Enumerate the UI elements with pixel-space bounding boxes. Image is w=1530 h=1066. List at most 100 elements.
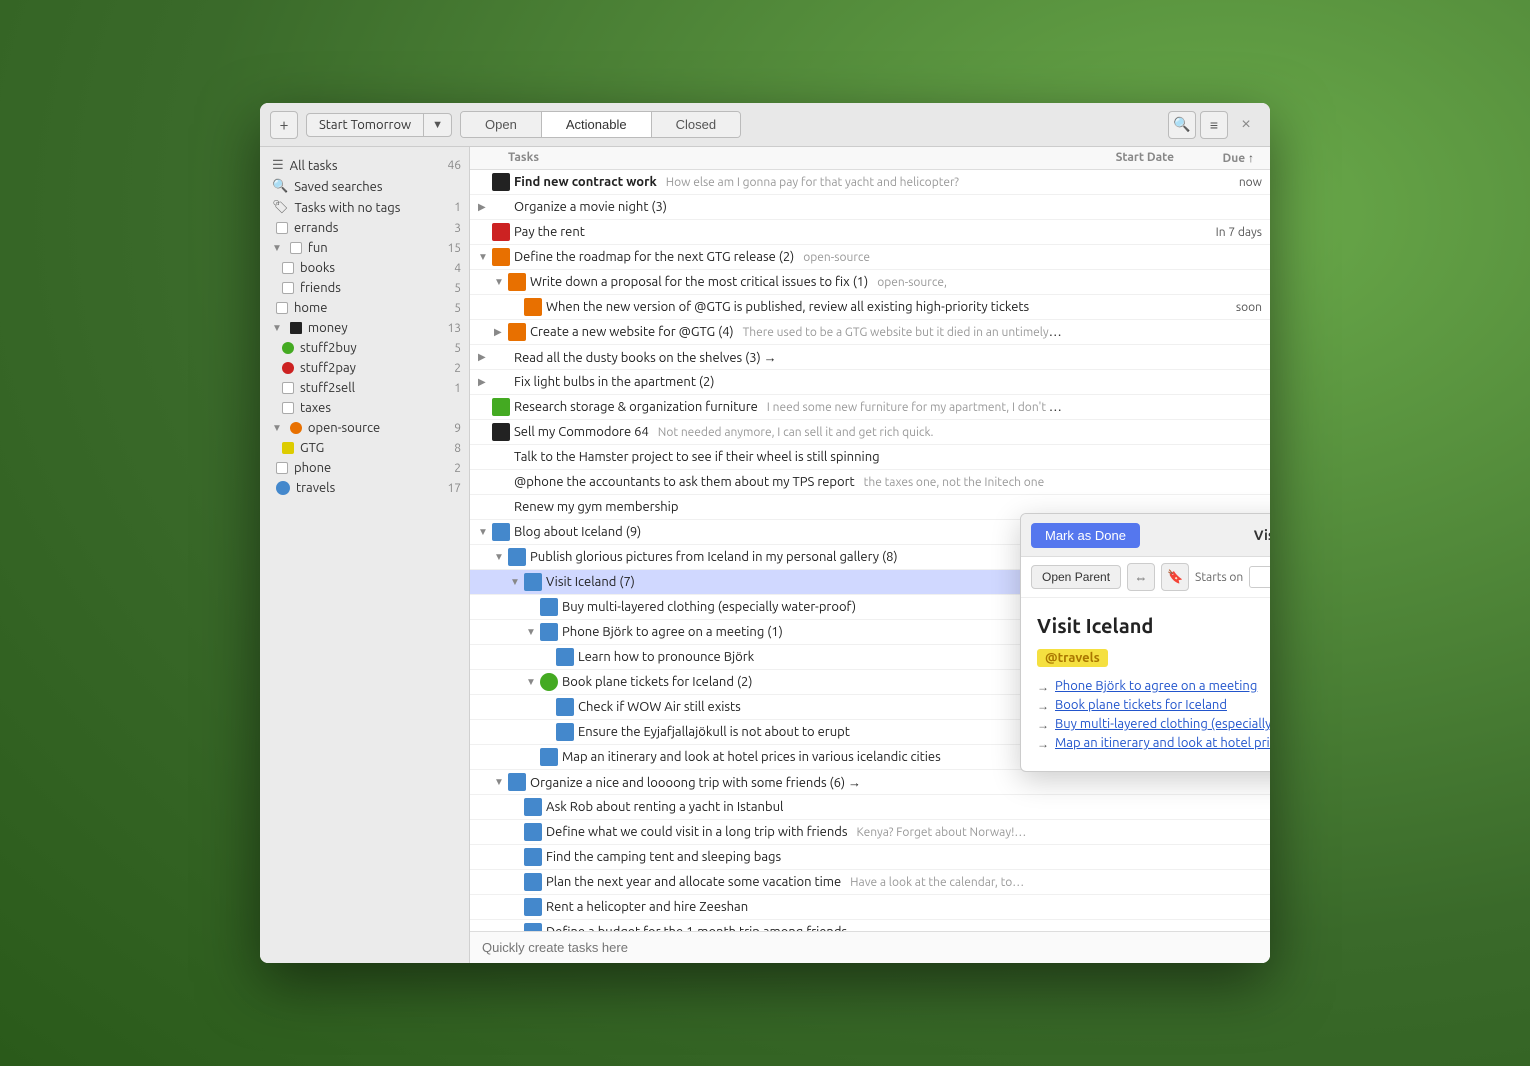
- expand-icon[interactable]: ▼: [526, 676, 540, 688]
- expand-icon[interactable]: ▼: [526, 626, 540, 638]
- table-row[interactable]: Rent a helicopter and hire Zeeshan: [470, 895, 1270, 920]
- expand-icon[interactable]: ▼: [478, 526, 492, 538]
- starts-on-input[interactable]: [1249, 566, 1270, 588]
- list-item[interactable]: → Book plane tickets for Iceland: [1037, 698, 1270, 713]
- task-status-icon: [492, 498, 510, 516]
- subtask-link[interactable]: Map an itinerary and look at hotel price…: [1055, 736, 1270, 750]
- expand-icon[interactable]: ▼: [494, 276, 508, 288]
- sidebar-item-taxes[interactable]: taxes: [260, 398, 469, 418]
- tag-color-books: [282, 262, 294, 274]
- task-status-icon: [492, 173, 510, 191]
- expand-icon[interactable]: ▼: [494, 776, 508, 788]
- table-row[interactable]: Talk to the Hamster project to see if th…: [470, 445, 1270, 470]
- money-collapse-arrow[interactable]: ▼: [272, 322, 282, 334]
- sidebar-item-gtg[interactable]: GTG 8: [260, 438, 469, 458]
- table-row[interactable]: Pay the rent In 7 days: [470, 220, 1270, 245]
- table-row[interactable]: ▼ Organize a nice and loooong trip with …: [470, 770, 1270, 795]
- detail-bookmark-icon[interactable]: 🔖: [1161, 563, 1189, 591]
- table-row[interactable]: ▶ Create a new website for @GTG (4) Ther…: [470, 320, 1270, 345]
- expand-icon[interactable]: ▼: [478, 251, 492, 263]
- subtask-link[interactable]: Phone Björk to agree on a meeting: [1055, 679, 1257, 693]
- tab-closed[interactable]: Closed: [652, 112, 740, 137]
- subtask-link[interactable]: Book plane tickets for Iceland: [1055, 698, 1227, 712]
- current-list-title: Start Tomorrow: [307, 114, 424, 136]
- table-row[interactable]: Sell my Commodore 64 Not needed anymore,…: [470, 420, 1270, 445]
- add-task-button[interactable]: +: [270, 111, 298, 139]
- list-item[interactable]: → Phone Björk to agree on a meeting: [1037, 679, 1270, 694]
- menu-button[interactable]: ≡: [1200, 111, 1228, 139]
- close-button[interactable]: ×: [1232, 111, 1260, 139]
- sidebar-item-all-tasks[interactable]: ☰ All tasks 46: [260, 155, 469, 176]
- sidebar-item-stuff2buy[interactable]: stuff2buy 5: [260, 338, 469, 358]
- tag-badge[interactable]: @travels: [1037, 649, 1108, 667]
- title-dropdown-arrow[interactable]: ▼: [424, 115, 451, 135]
- sidebar-item-books[interactable]: books 4: [260, 258, 469, 278]
- open-source-collapse-arrow[interactable]: ▼: [272, 422, 282, 434]
- table-row[interactable]: Define what we could visit in a long tri…: [470, 820, 1270, 845]
- task-status-icon: [524, 823, 542, 841]
- header-start-date[interactable]: Start Date: [1062, 151, 1182, 165]
- list-item[interactable]: → Buy multi-layered clothing (especially…: [1037, 717, 1270, 732]
- sidebar-item-stuff2pay[interactable]: stuff2pay 2: [260, 358, 469, 378]
- table-row[interactable]: Find the camping tent and sleeping bags: [470, 845, 1270, 870]
- expand-icon[interactable]: ▼: [510, 576, 524, 588]
- task-status-icon: [524, 898, 542, 916]
- fun-collapse-arrow[interactable]: ▼: [272, 242, 282, 254]
- sidebar-item-open-source[interactable]: ▼ open-source 9: [260, 418, 469, 438]
- table-row[interactable]: ▶ Fix light bulbs in the apartment (2): [470, 370, 1270, 395]
- task-status-icon: [492, 248, 510, 266]
- sidebar-item-travels[interactable]: travels 17: [260, 478, 469, 498]
- sidebar-item-friends[interactable]: friends 5: [260, 278, 469, 298]
- open-parent-button[interactable]: Open Parent: [1031, 565, 1121, 589]
- sidebar-item-stuff2sell[interactable]: stuff2sell 1: [260, 378, 469, 398]
- tag-color-friends: [282, 282, 294, 294]
- expand-icon[interactable]: ▶: [494, 326, 508, 338]
- subtask-link[interactable]: Buy multi-layered clothing (especially w…: [1055, 717, 1270, 731]
- table-row[interactable]: @phone the accountants to ask them about…: [470, 470, 1270, 495]
- tab-group: Open Actionable Closed: [460, 111, 741, 138]
- sidebar-item-no-tags[interactable]: 🏷 Tasks with no tags 1: [260, 197, 469, 218]
- tab-open[interactable]: Open: [461, 112, 542, 137]
- task-status-icon: [524, 848, 542, 866]
- search-button[interactable]: 🔍: [1168, 111, 1196, 139]
- mark-as-done-button[interactable]: Mark as Done: [1031, 523, 1140, 548]
- table-row[interactable]: Plan the next year and allocate some vac…: [470, 870, 1270, 895]
- detail-settings-icon[interactable]: ⇔: [1127, 563, 1155, 591]
- tag-color-stuff2pay: [282, 362, 294, 374]
- table-row[interactable]: Ask Rob about renting a yacht in Istanbu…: [470, 795, 1270, 820]
- table-row[interactable]: Research storage & organization furnitur…: [470, 395, 1270, 420]
- tab-actionable[interactable]: Actionable: [542, 112, 652, 137]
- task-status-icon: [524, 298, 542, 316]
- expand-icon[interactable]: ▶: [478, 201, 492, 213]
- expand-icon[interactable]: ▶: [478, 376, 492, 388]
- task-status-icon: [524, 873, 542, 891]
- table-row[interactable]: Define a budget for the 1-month trip amo…: [470, 920, 1270, 931]
- quick-create-input[interactable]: [482, 940, 1258, 955]
- sidebar-item-fun[interactable]: ▼ fun 15: [260, 238, 469, 258]
- expand-icon[interactable]: ▶: [478, 351, 492, 363]
- sidebar-item-money[interactable]: ▼ money 13: [260, 318, 469, 338]
- detail-panel: Mark as Done Visit Iceland ⋮ × Open Pare…: [1020, 513, 1270, 772]
- subtask-arrow-icon: →: [1037, 699, 1049, 713]
- tag-color-stuff2sell: [282, 382, 294, 394]
- table-row[interactable]: ▶ Organize a movie night (3): [470, 195, 1270, 220]
- table-row[interactable]: When the new version of @GTG is publishe…: [470, 295, 1270, 320]
- task-status-icon: [556, 698, 574, 716]
- sidebar-item-errands[interactable]: errands 3: [260, 218, 469, 238]
- sidebar-item-saved-searches[interactable]: 🔍 Saved searches: [260, 176, 469, 197]
- title-actions: 🔍 ≡ ×: [1168, 111, 1260, 139]
- sidebar-item-phone[interactable]: phone 2: [260, 458, 469, 478]
- sidebar-item-home[interactable]: home 5: [260, 298, 469, 318]
- task-status-icon: [556, 723, 574, 741]
- subtask-arrow-icon: →: [1037, 737, 1049, 751]
- header-due[interactable]: Due ↑: [1182, 151, 1262, 165]
- table-row[interactable]: ▶ Read all the dusty books on the shelve…: [470, 345, 1270, 370]
- table-row[interactable]: ▼ Write down a proposal for the most cri…: [470, 270, 1270, 295]
- table-row[interactable]: ▼ Define the roadmap for the next GTG re…: [470, 245, 1270, 270]
- table-row[interactable]: Find new contract work How else am I gon…: [470, 170, 1270, 195]
- sidebar: ☰ All tasks 46 🔍 Saved searches 🏷 Tasks …: [260, 147, 470, 963]
- expand-icon[interactable]: ▼: [494, 551, 508, 563]
- list-item[interactable]: → Map an itinerary and look at hotel pri…: [1037, 736, 1270, 751]
- title-dropdown: Start Tomorrow ▼: [306, 113, 452, 137]
- task-status-icon: [524, 923, 542, 931]
